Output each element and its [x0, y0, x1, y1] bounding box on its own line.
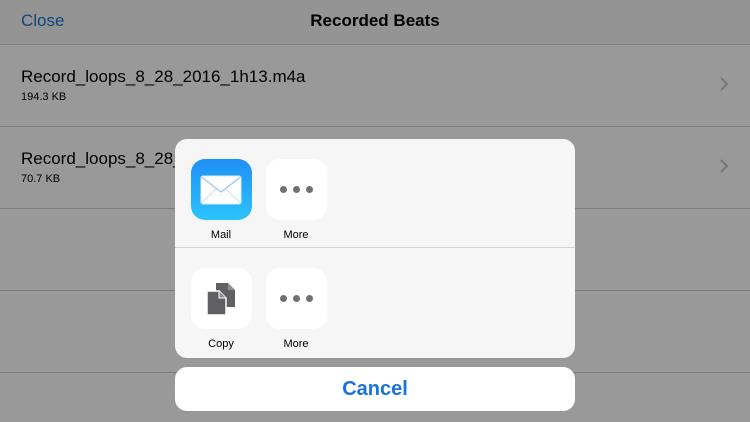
cancel-button[interactable]: Cancel — [175, 367, 575, 411]
share-more-label: More — [283, 338, 309, 350]
share-mail-label: Mail — [210, 229, 232, 241]
share-copy-label: Copy — [208, 338, 234, 350]
share-mail-button[interactable]: Mail — [190, 159, 252, 241]
share-copy-button[interactable]: Copy — [190, 268, 252, 350]
share-more-actions-button[interactable]: More — [265, 268, 327, 350]
mail-icon — [190, 159, 252, 220]
share-more-apps-button[interactable]: More — [265, 159, 327, 241]
share-more-label: More — [283, 229, 309, 241]
share-actions-row: Copy More — [175, 248, 575, 356]
more-icon — [265, 268, 327, 329]
more-icon — [265, 159, 327, 220]
copy-icon — [190, 268, 252, 329]
share-sheet: Mail More Copy More — [175, 139, 575, 358]
share-apps-row: Mail More — [175, 139, 575, 248]
